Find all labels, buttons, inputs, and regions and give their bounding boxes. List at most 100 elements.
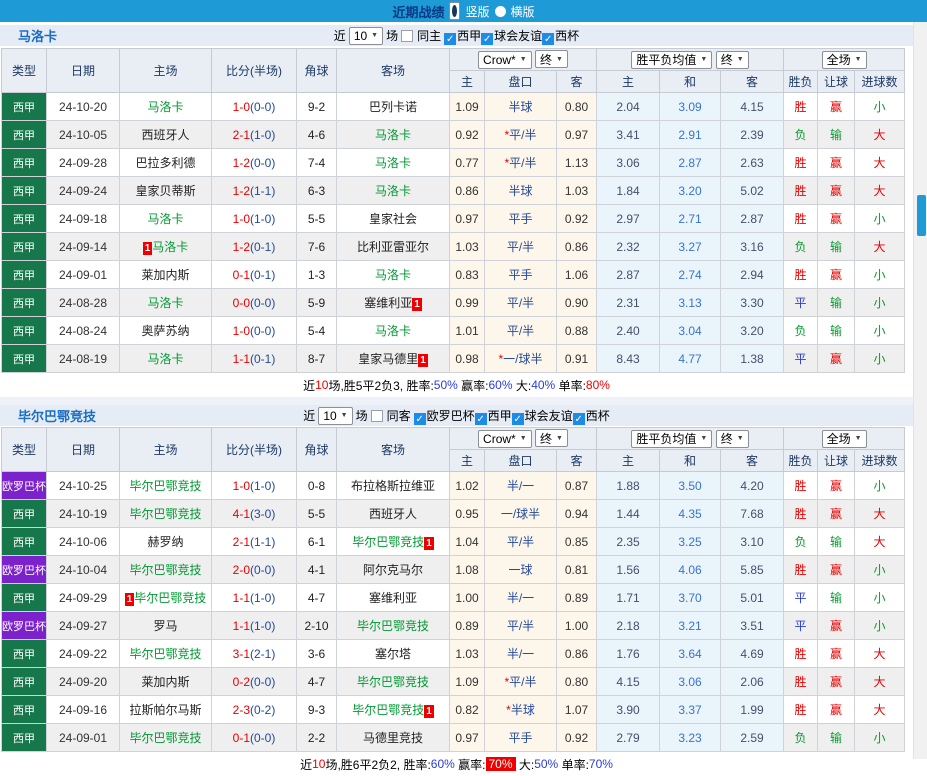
full-time-score: 1-0	[232, 211, 250, 226]
home-odds-cell: 0.89	[449, 611, 485, 640]
date-cell: 24-10-04	[46, 555, 120, 584]
league-checkbox[interactable]: ✓	[542, 32, 555, 45]
half-time-score: (1-0)	[250, 127, 276, 142]
half-time-score: (0-1)	[250, 239, 276, 254]
result-cell: 胜	[783, 92, 819, 121]
home-odds-cell: 1.09	[449, 92, 485, 121]
red-card-badge: 1	[424, 705, 434, 718]
handicap-cell: *平/半	[484, 667, 557, 696]
col-date: 日期	[46, 427, 120, 472]
match-count-select[interactable]: 10 ▼	[348, 26, 384, 45]
avg-odds-select[interactable]: 胜平负均值 ▼	[631, 429, 713, 448]
col-home: 主场	[119, 427, 212, 472]
away-odds-cell: 0.85	[555, 527, 598, 556]
avg-away-cell: 5.01	[720, 583, 785, 612]
odds-final-select[interactable]: 终 ▼	[535, 50, 568, 69]
league-checkbox-group: ✓ 西甲 ✓ 球会友谊 ✓ 西杯	[444, 27, 579, 45]
away-team-cell: 毕尔巴鄂竞技 1	[336, 527, 450, 556]
goals-cell: 大	[854, 639, 906, 668]
bilbao-results-table: 类型 日期 主场 比分(半场) 角球 客场 Crow* ▼ 终 ▼ 胜平负均值 ▼ 终…	[1, 427, 906, 752]
score-cell: 1-2(0-1)	[211, 232, 297, 261]
home-odds-cell: 1.02	[449, 471, 485, 500]
result-cell: 负	[783, 232, 819, 261]
score-cell: 1-1(1-0)	[211, 583, 297, 612]
summary-segment: 60%	[430, 757, 455, 771]
league-checkbox[interactable]: ✓	[413, 412, 426, 425]
scope-select[interactable]: 全场 ▼	[821, 429, 867, 448]
date-cell: 24-10-25	[46, 471, 120, 500]
away-team-name: 比利亚雷亚尔	[356, 240, 429, 254]
odds-source-select[interactable]: Crow* ▼	[478, 429, 532, 448]
vertical-scrollbar[interactable]	[913, 22, 927, 759]
corners-cell: 5-9	[296, 288, 337, 317]
away-odds-cell: 0.81	[555, 555, 598, 584]
handicap-cell: *半球	[484, 695, 557, 724]
goals-cell: 小	[854, 583, 906, 612]
summary-segment: 10	[312, 757, 326, 771]
league-checkbox[interactable]: ✓	[511, 412, 524, 425]
summary-segment: 场,胜5平2负3, 胜率:	[328, 378, 434, 393]
vertical-layout-radio[interactable]	[449, 2, 461, 20]
goals-cell: 大	[854, 120, 906, 149]
same-venue-checkbox[interactable]	[401, 29, 414, 42]
league-cell: 西甲	[1, 695, 47, 724]
league-checkbox[interactable]: ✓	[572, 412, 585, 425]
league-cell: 西甲	[1, 176, 47, 205]
bilbao-summary: 近 10 场,胜6平2负2, 胜率: 60% 赢率: 70% 大: 50% 单率: 70%	[0, 752, 913, 776]
horizontal-layout-label: 横版	[510, 4, 535, 19]
away-odds-cell: 0.87	[555, 471, 598, 500]
half-time-score: (0-1)	[250, 267, 276, 282]
odds-source-select[interactable]: Crow* ▼	[478, 50, 532, 69]
league-cell: 西甲	[1, 204, 47, 233]
team-name: 毕尔巴鄂竞技	[18, 409, 97, 424]
avg-final-select[interactable]: 终 ▼	[715, 50, 749, 69]
league-checkbox[interactable]: ✓	[481, 32, 494, 45]
horizontal-layout-radio[interactable]	[494, 5, 506, 17]
home-team-cell: 1 马洛卡	[119, 232, 212, 261]
avg-final-select[interactable]: 终 ▼	[715, 429, 749, 448]
home-team-cell: 毕尔巴鄂竞技	[119, 555, 212, 584]
corners-cell: 5-5	[296, 204, 337, 233]
handicap-cell: 半球	[484, 176, 557, 205]
avg-home-cell: 4.15	[596, 667, 661, 696]
odds-final-select[interactable]: 终 ▼	[535, 429, 568, 448]
avg-away-cell: 4.15	[720, 92, 785, 121]
col-odds-away: 客	[555, 449, 598, 472]
score-cell: 2-0(0-0)	[211, 555, 297, 584]
goals-cell: 小	[854, 611, 906, 640]
scope-select[interactable]: 全场 ▼	[821, 50, 867, 69]
scrollbar-thumb[interactable]	[917, 195, 926, 236]
same-venue-checkbox[interactable]	[370, 409, 383, 422]
col-corners: 角球	[296, 48, 337, 93]
chevron-down-icon: ▼	[736, 435, 744, 442]
red-card-badge: 1	[418, 354, 428, 367]
match-count-select[interactable]: 10 ▼	[318, 406, 353, 425]
away-team-name: 毕尔巴鄂竞技	[352, 535, 425, 549]
home-team-cell: 巴拉多利德	[119, 148, 212, 177]
result-cell: 胜	[783, 499, 819, 528]
handicap-result-cell: 赢	[817, 667, 856, 696]
avg-odds-select[interactable]: 胜平负均值 ▼	[631, 50, 713, 69]
avg-home-cell: 2.04	[596, 92, 661, 121]
handicap-cell: 平/半	[484, 288, 557, 317]
away-odds-cell: 0.86	[555, 232, 598, 261]
odds-select-cell: Crow* ▼ 终 ▼	[448, 48, 598, 71]
league-checkbox[interactable]: ✓	[444, 32, 457, 45]
league-checkbox[interactable]: ✓	[474, 412, 487, 425]
match-row: 西甲 24-09-01 毕尔巴鄂竞技 0-1(0-0) 2-2 马德里竞技 0.97 平手 0.…	[1, 723, 906, 752]
result-cell: 负	[783, 723, 819, 752]
away-team-cell: 皇家社会	[336, 204, 450, 233]
away-team-cell: 马洛卡	[336, 148, 450, 177]
full-time-score: 1-1	[232, 590, 250, 605]
date-cell: 24-10-05	[46, 120, 120, 149]
corners-cell: 6-1	[296, 527, 337, 556]
away-odds-cell: 1.06	[555, 260, 598, 289]
chevron-down-icon: ▼	[556, 434, 563, 442]
away-odds-cell: 0.92	[555, 204, 598, 233]
goals-cell: 大	[854, 667, 906, 696]
mallorca-results-table: 类型 日期 主场 比分(半场) 角球 客场 Crow* ▼ 终 ▼ 胜平负均值 ▼ 终…	[1, 48, 906, 373]
summary-segment: 70%	[588, 757, 613, 771]
summary-segment: 50%	[433, 378, 458, 392]
away-team-name: 马洛卡	[374, 128, 411, 142]
full-time-score: 1-1	[232, 618, 250, 633]
